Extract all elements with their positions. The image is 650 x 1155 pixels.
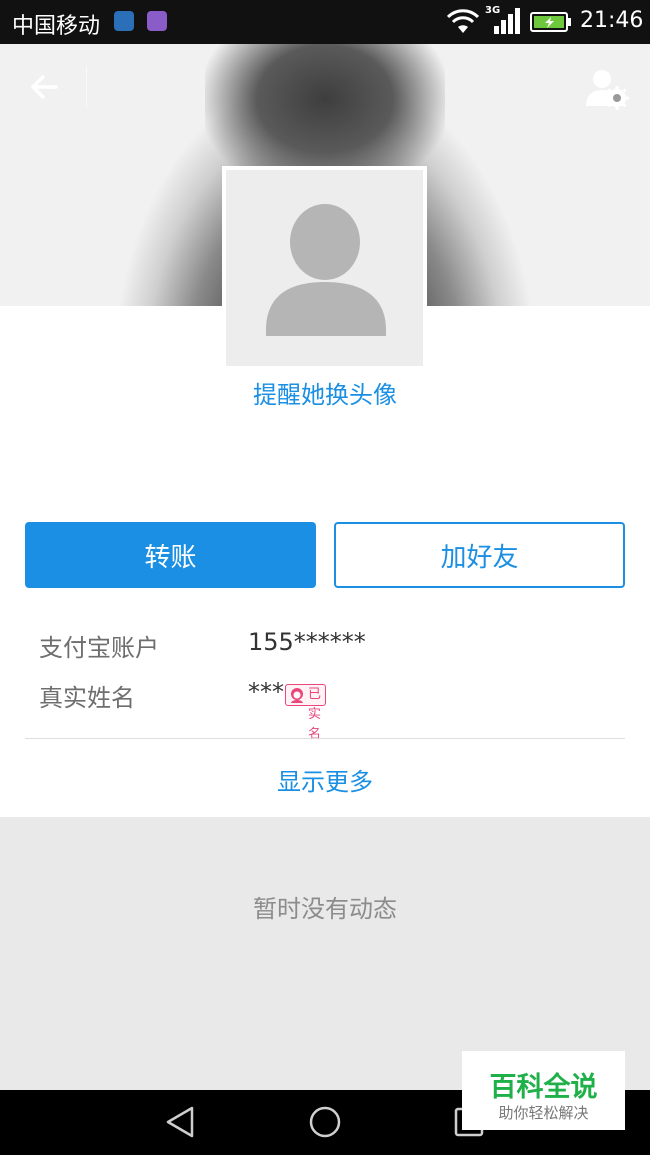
activity-feed: 暂时没有动态 xyxy=(0,817,650,1090)
notification-app-icon xyxy=(114,11,134,31)
carrier-label: 中国移动 xyxy=(12,14,101,39)
real-name-value: *** xyxy=(248,678,284,706)
status-bar: 中国移动 3G 21:46 xyxy=(0,0,650,44)
user-settings-icon xyxy=(586,70,629,110)
remind-avatar-link[interactable]: 提醒她换头像 xyxy=(0,375,650,410)
battery-charging-icon xyxy=(530,12,571,32)
watermark-subtitle: 助你轻松解决 xyxy=(498,1104,589,1122)
verified-badge: 已实名 xyxy=(285,684,327,742)
account-value: 155****** xyxy=(248,628,366,656)
default-avatar-icon xyxy=(266,204,386,336)
account-label: 支付宝账户 xyxy=(39,634,159,662)
nav-back-icon[interactable] xyxy=(162,1104,198,1140)
watermark: 百科全说 助你轻松解决 xyxy=(462,1051,625,1130)
nav-home-icon[interactable] xyxy=(307,1104,343,1140)
real-name-label: 真实姓名 xyxy=(39,684,135,712)
arrow-left-icon xyxy=(31,75,58,99)
header-divider xyxy=(86,66,87,108)
empty-feed-text: 暂时没有动态 xyxy=(253,895,397,923)
clock: 21:46 xyxy=(580,8,644,33)
section-divider xyxy=(25,738,625,739)
transfer-button[interactable]: 转账 xyxy=(25,522,316,588)
show-more-link[interactable]: 显示更多 xyxy=(0,762,650,797)
wifi-icon xyxy=(447,9,479,33)
gallery-notification-icon xyxy=(147,11,167,31)
watermark-title: 百科全说 xyxy=(489,1072,598,1103)
add-friend-button[interactable]: 加好友 xyxy=(334,522,625,588)
avatar[interactable] xyxy=(222,166,427,366)
back-button[interactable] xyxy=(18,64,68,114)
signal-strength-icon xyxy=(494,8,520,34)
verified-user-icon xyxy=(291,688,303,703)
avatar-image xyxy=(226,170,423,366)
verified-badge-label: 已实名 xyxy=(308,687,322,742)
profile-settings-button[interactable] xyxy=(582,64,632,114)
